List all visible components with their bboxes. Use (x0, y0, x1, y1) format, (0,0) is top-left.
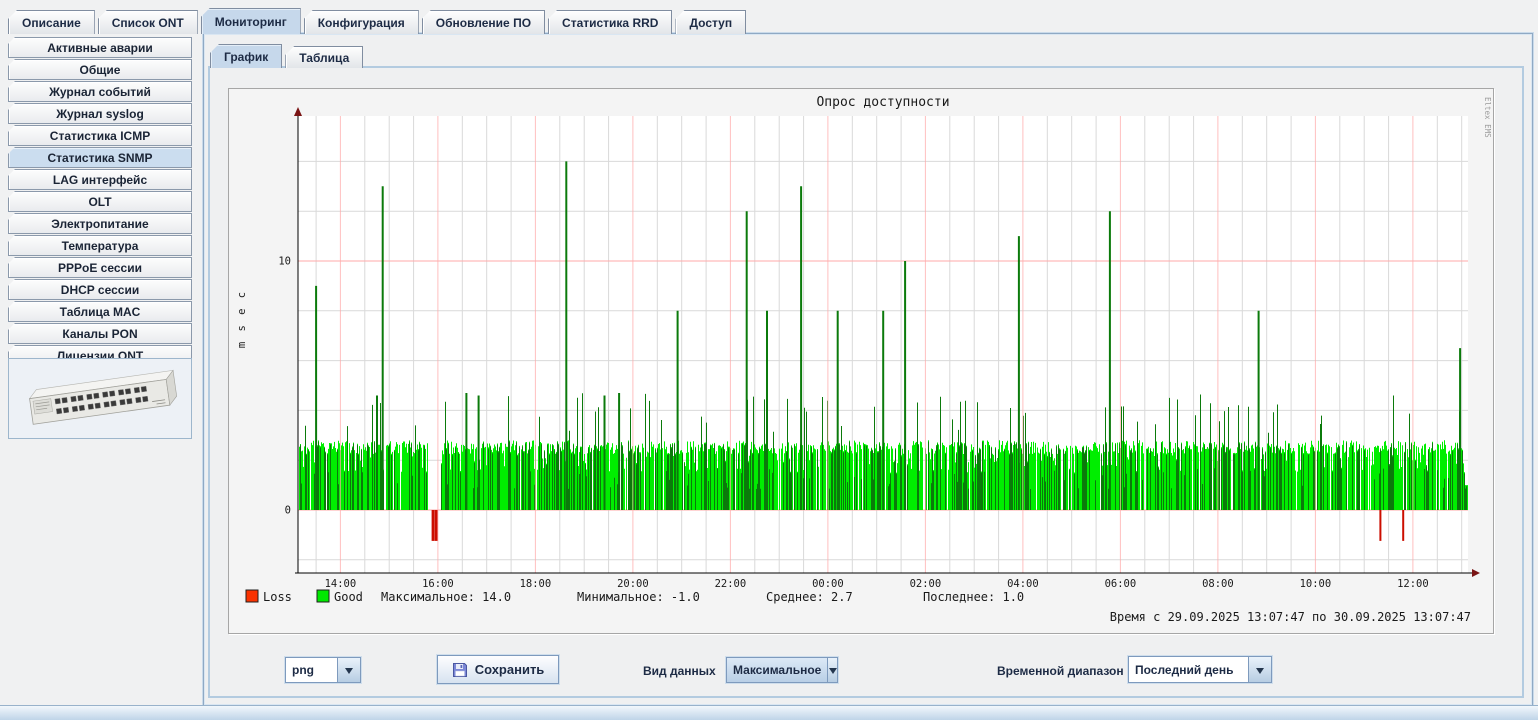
format-select-value: png (286, 658, 337, 682)
svg-text:16:00: 16:00 (422, 578, 454, 590)
save-button-label: Сохранить (475, 662, 545, 677)
tab-statistika-rrd[interactable]: Статистика RRD (548, 10, 672, 34)
sidebar-item-dhcp-sessii[interactable]: DHCP сессии (8, 279, 192, 300)
svg-text:14:00: 14:00 (325, 578, 357, 590)
time-range-label: Временной диапазон (997, 664, 1124, 678)
top-tab-bar: ОписаниеСписок ONTМониторингКонфигурация… (8, 8, 746, 34)
svg-text:22:00: 22:00 (715, 578, 747, 590)
tab-tablica[interactable]: Таблица (285, 46, 363, 68)
sidebar-item-statistika-snmp[interactable]: Статистика SNMP (8, 147, 192, 168)
svg-text:20:00: 20:00 (617, 578, 649, 590)
sidebar-item-temperatura[interactable]: Температура (8, 235, 192, 256)
sidebar-item-zhurnal-sobytiy[interactable]: Журнал событий (8, 81, 192, 102)
sidebar-item-tablica-mac[interactable]: Таблица MAC (8, 301, 192, 322)
chart-table-tab-bar: ГрафикТаблица (210, 44, 363, 68)
svg-text:12:00: 12:00 (1397, 578, 1429, 590)
sidebar-item-obshchie[interactable]: Общие (8, 59, 192, 80)
data-kind-select-value: Максимальное (727, 658, 827, 682)
chevron-down-icon[interactable] (827, 658, 837, 682)
sidebar-item-zhurnal-syslog[interactable]: Журнал syslog (8, 103, 192, 124)
save-button[interactable]: Сохранить (437, 655, 559, 684)
format-select[interactable]: png (285, 657, 361, 683)
svg-text:00:00: 00:00 (812, 578, 844, 590)
olt-device-drawing (9, 359, 189, 436)
chart-stat: Среднее: 2.7 (766, 590, 853, 604)
tab-opisanie[interactable]: Описание (8, 10, 95, 34)
chart-stat: Максимальное: 14.0 (381, 590, 511, 604)
chart-title: Опрос доступности (816, 95, 949, 110)
svg-text:0: 0 (285, 505, 291, 517)
chart-ylabel: m s e c (236, 290, 248, 348)
chevron-down-icon[interactable] (337, 658, 360, 682)
data-kind-select[interactable]: Максимальное (726, 657, 838, 683)
sidebar-item-kanaly-pon[interactable]: Каналы PON (8, 323, 192, 344)
svg-text:08:00: 08:00 (1202, 578, 1234, 590)
floppy-disk-icon (452, 662, 468, 678)
tab-obnovlenie-po[interactable]: Обновление ПО (422, 10, 545, 34)
svg-text:Loss: Loss (263, 590, 292, 604)
svg-text:10:00: 10:00 (1300, 578, 1332, 590)
time-range-select-value: Последний день (1129, 657, 1248, 682)
svg-text:18:00: 18:00 (520, 578, 552, 590)
svg-text:02:00: 02:00 (910, 578, 942, 590)
tab-monitoring[interactable]: Мониторинг (201, 8, 301, 34)
svg-text:04:00: 04:00 (1007, 578, 1039, 590)
data-kind-label: Вид данных (643, 664, 716, 678)
sidebar: Активные аварииОбщиеЖурнал событийЖурнал… (8, 36, 192, 388)
availability-chart: 0 10 14:00 16:00 18:00 20:00 22:00 00:00 02:00 04… (228, 88, 1494, 634)
sidebar-item-elektropitanie[interactable]: Электропитание (8, 213, 192, 234)
tab-spisok-ont[interactable]: Список ONT (98, 10, 198, 34)
olt-device-image (8, 358, 192, 439)
svg-text:Good: Good (334, 590, 363, 604)
sidebar-item-statistika-icmp[interactable]: Статистика ICMP (8, 125, 192, 146)
legend-swatch-loss (246, 590, 258, 602)
chart-time-range: Время с 29.09.2025 13:07:47 по 30.09.202… (1110, 610, 1471, 624)
sidebar-item-lag-interfeys[interactable]: LAG интерфейс (8, 169, 192, 190)
sidebar-item-aktivnye-avarii[interactable]: Активные аварии (8, 37, 192, 58)
svg-text:10: 10 (278, 256, 291, 268)
chart-watermark: Eltex EMS (1483, 97, 1491, 138)
chart-stat: Последнее: 1.0 (923, 590, 1024, 604)
window-bottom-edge (0, 705, 1538, 720)
tab-grafik[interactable]: График (210, 44, 282, 68)
availability-chart-svg: 0 10 14:00 16:00 18:00 20:00 22:00 00:00 02:00 04… (229, 89, 1491, 631)
chevron-down-icon[interactable] (1248, 657, 1271, 682)
time-range-select[interactable]: Последний день (1128, 656, 1272, 683)
svg-text:06:00: 06:00 (1105, 578, 1137, 590)
tab-konfiguracia[interactable]: Конфигурация (304, 10, 419, 34)
chart-stat: Минимальное: -1.0 (577, 590, 700, 604)
tab-dostup[interactable]: Доступ (675, 10, 746, 34)
sidebar-item-olt[interactable]: OLT (8, 191, 192, 212)
legend-swatch-good (317, 590, 329, 602)
sidebar-item-pppoe-sessii[interactable]: PPPoE сессии (8, 257, 192, 278)
